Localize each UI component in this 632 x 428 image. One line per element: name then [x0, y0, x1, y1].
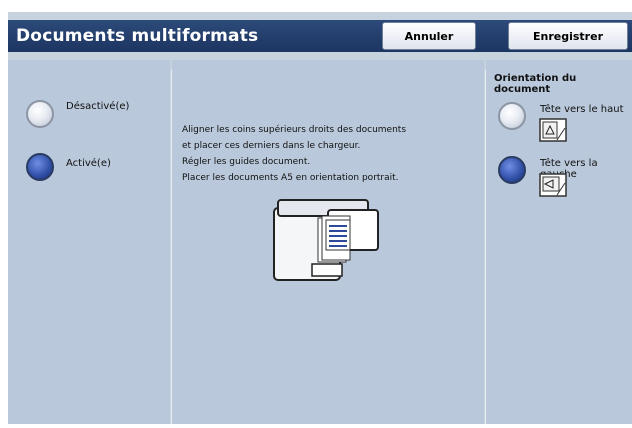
instruction-line: Aligner les coins supérieurs droits des …	[182, 125, 407, 135]
instruction-line: Placer les documents A5 en orientation p…	[182, 173, 399, 183]
orientation-title: Orientation du document	[494, 73, 577, 95]
divider	[485, 70, 486, 424]
instruction-line: et placer ces derniers dans le chargeur.	[182, 141, 361, 151]
option-off-radio[interactable]	[26, 100, 54, 128]
option-on-radio[interactable]	[26, 153, 54, 181]
divider	[171, 70, 172, 424]
page-title: Documents multiformats	[16, 26, 259, 46]
head-left-icon	[539, 173, 567, 197]
orientation-head-up-label: Tête vers le haut	[540, 104, 624, 115]
save-button[interactable]: Enregistrer	[508, 22, 628, 50]
instruction-line: Régler les guides document.	[182, 157, 311, 167]
option-on-label: Activé(e)	[66, 158, 111, 169]
cancel-button[interactable]: Annuler	[382, 22, 476, 50]
document-feeder-icon	[273, 199, 379, 281]
orientation-head-left-radio[interactable]	[498, 156, 526, 184]
instructions-text: Aligner les coins supérieurs droits des …	[182, 122, 406, 186]
orientation-head-up-radio[interactable]	[498, 102, 526, 130]
head-up-icon	[539, 118, 567, 142]
option-off-label: Désactivé(e)	[66, 101, 130, 112]
